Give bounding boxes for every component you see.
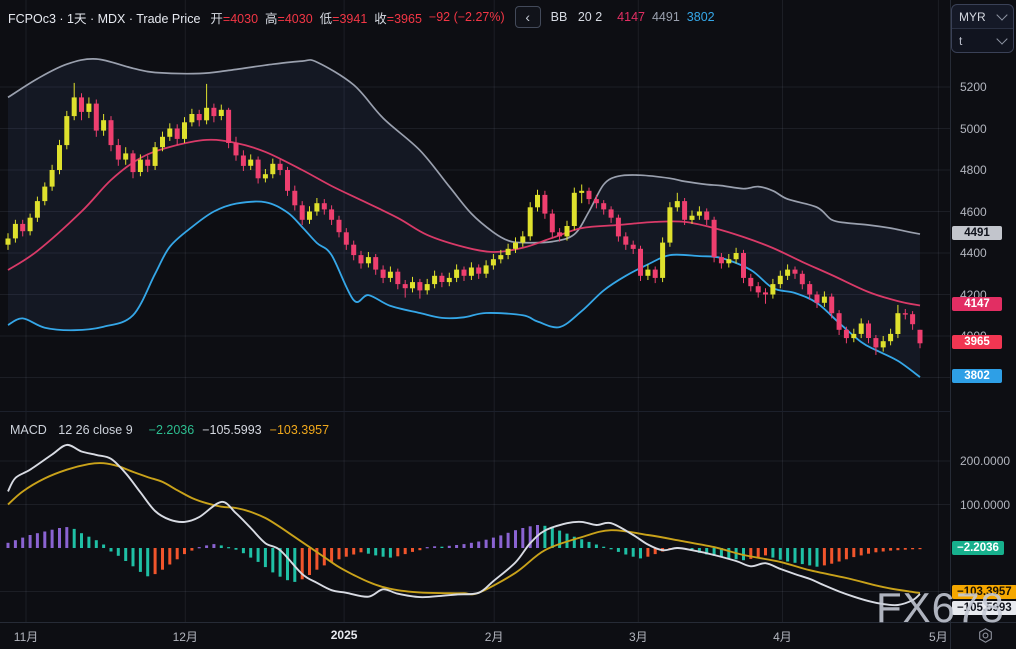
- gear-icon[interactable]: [977, 627, 994, 644]
- ohlc-high: 高=4030: [265, 11, 313, 26]
- axis-tick-label: 5000: [960, 121, 987, 136]
- chevron-down-icon: [996, 32, 1008, 45]
- time-axis-label: 12月: [172, 630, 198, 644]
- macd-signal-value: −103.3957: [269, 423, 330, 437]
- unit-label: t: [959, 33, 963, 48]
- unit-dropdown[interactable]: t: [952, 28, 1013, 52]
- symbol-title[interactable]: FCPOc3 · 1天 · MDX · Trade Price: [8, 8, 200, 27]
- ohlc-close: 收=3965: [374, 11, 422, 26]
- price-pane-chart[interactable]: [0, 0, 950, 412]
- last-value-badge: 3965: [952, 335, 1002, 350]
- macd-legend[interactable]: MACD 12 26 close 9 −2.2036 −105.5993 −10…: [10, 423, 337, 437]
- macd-pane-chart[interactable]: [0, 412, 950, 622]
- time-axis-label: 5月: [929, 630, 948, 644]
- last-value-badge: 4147: [952, 297, 1002, 312]
- currency-label: MYR: [959, 9, 986, 24]
- bollinger-fill: [8, 58, 920, 378]
- time-axis-label: 2025: [330, 628, 358, 642]
- axis-tick-label: 4600: [960, 204, 987, 219]
- axis-tick-label: 200.0000: [960, 454, 1011, 469]
- time-axis-label: 4月: [773, 630, 792, 644]
- axis-tick-label: 100.0000: [960, 497, 1011, 512]
- bollinger-legend[interactable]: BB 20 2 4147 4491 3802: [551, 10, 722, 24]
- symbol-legend: FCPOc3 · 1天 · MDX · Trade Price 开=4030 高…: [8, 6, 722, 28]
- price-axis[interactable]: 5200500048004600440042004000200.0000100.…: [951, 0, 1016, 649]
- macd-hist-value: −2.2036: [148, 423, 195, 437]
- last-value-badge: 4491: [952, 226, 1002, 241]
- chevron-down-icon: [996, 8, 1008, 21]
- macd-line: [7, 443, 921, 607]
- bb-basis-value: 4147: [617, 10, 645, 24]
- macd-indicator-name: MACD 12 26 close 9: [10, 423, 133, 437]
- time-axis-label: 3月: [628, 630, 648, 644]
- pane-divider[interactable]: [0, 411, 950, 412]
- ohlc-low: 低=3941: [319, 11, 368, 26]
- chevron-left-icon: ‹: [525, 9, 530, 25]
- time-axis-label: 11月: [13, 630, 39, 644]
- axis-tick-label: 4800: [960, 163, 987, 177]
- axis-tick-label: 5200: [960, 80, 987, 94]
- currency-dropdown[interactable]: MYR: [952, 5, 1013, 28]
- last-value-badge: 3802: [952, 369, 1002, 384]
- bb-upper-value: 4491: [651, 10, 680, 24]
- collapse-legend-button[interactable]: ‹: [514, 6, 541, 28]
- time-axis[interactable]: 11月 12月 2025 2月 3月 4月 5月: [0, 623, 1016, 649]
- last-value-badge: −2.2036: [952, 540, 1004, 555]
- price-change: −92 (−2.27%): [428, 10, 505, 24]
- time-axis-label: 2月: [484, 630, 504, 644]
- last-value-badge: −105.5993: [952, 600, 1016, 615]
- signal-line: [7, 462, 921, 596]
- macd-line-value: −105.5993: [202, 423, 262, 437]
- gridlines-layer: [0, 412, 950, 622]
- macd-histogram-layer: [6, 525, 922, 582]
- last-value-badge: −103.3957: [952, 584, 1016, 599]
- bb-lower-value: 3802: [686, 10, 715, 24]
- trading-chart-app: FCPOc3 · 1天 · MDX · Trade Price 开=4030 高…: [0, 0, 1016, 649]
- axis-tick-label: 4400: [960, 246, 987, 260]
- ohlc-open: 开=4030: [210, 11, 259, 26]
- bb-indicator-name: BB 20 2: [550, 10, 603, 24]
- currency-unit-selector: MYR t: [951, 4, 1014, 53]
